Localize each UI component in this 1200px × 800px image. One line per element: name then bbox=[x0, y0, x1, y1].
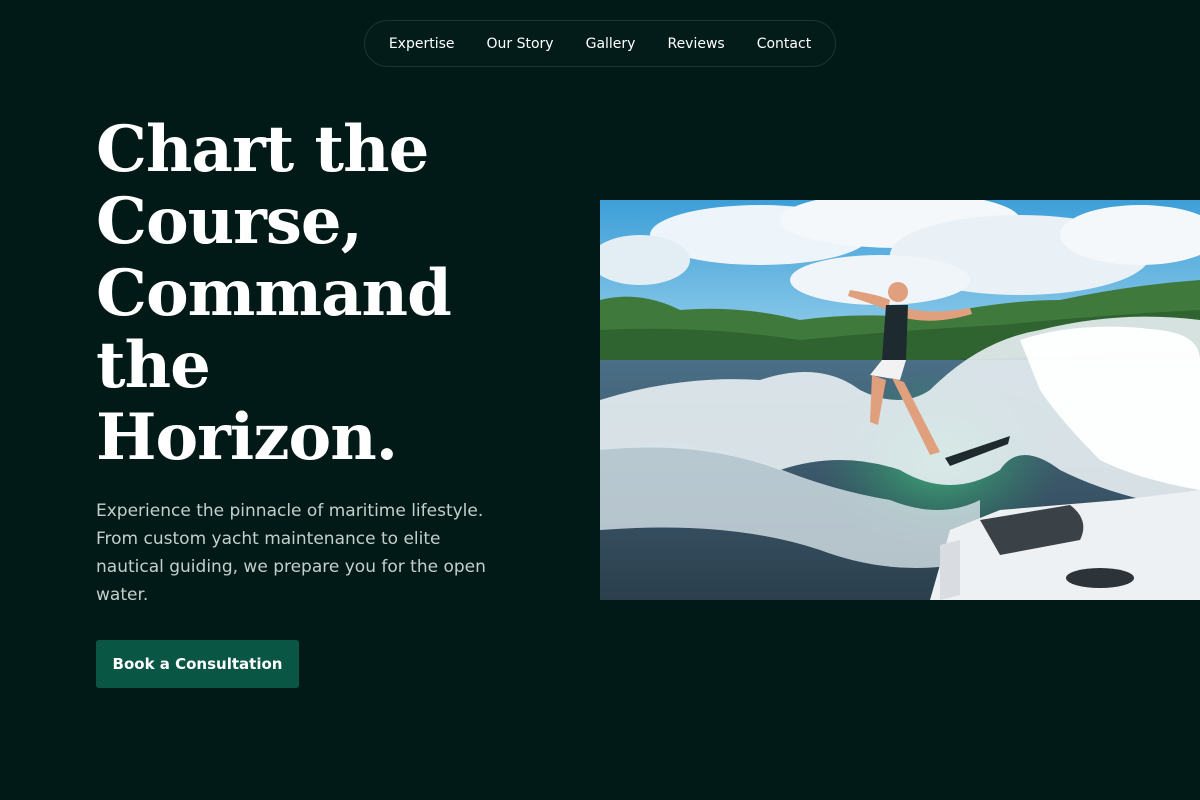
headline-line: Horizon. bbox=[96, 400, 398, 475]
landing-page: Expertise Our Story Gallery Reviews Cont… bbox=[0, 0, 1200, 800]
nav-link-contact[interactable]: Contact bbox=[757, 36, 811, 52]
headline-line: the bbox=[96, 328, 211, 403]
nav-link-expertise[interactable]: Expertise bbox=[389, 36, 455, 52]
hero-headline: Chart the Course, Command the Horizon. bbox=[96, 114, 566, 474]
book-consultation-button[interactable]: Book a Consultation bbox=[96, 640, 299, 688]
nav-link-gallery[interactable]: Gallery bbox=[586, 36, 636, 52]
headline-line: Command bbox=[96, 256, 452, 331]
main-nav: Expertise Our Story Gallery Reviews Cont… bbox=[364, 20, 836, 67]
nav-link-our-story[interactable]: Our Story bbox=[487, 36, 554, 52]
wakeboarder-photo-icon bbox=[600, 200, 1200, 600]
headline-line: Chart the bbox=[96, 112, 429, 187]
nav-link-reviews[interactable]: Reviews bbox=[667, 36, 724, 52]
hero-description: Experience the pinnacle of maritime life… bbox=[96, 501, 486, 605]
headline-line: Course, bbox=[96, 184, 363, 259]
hero-image bbox=[600, 200, 1200, 600]
